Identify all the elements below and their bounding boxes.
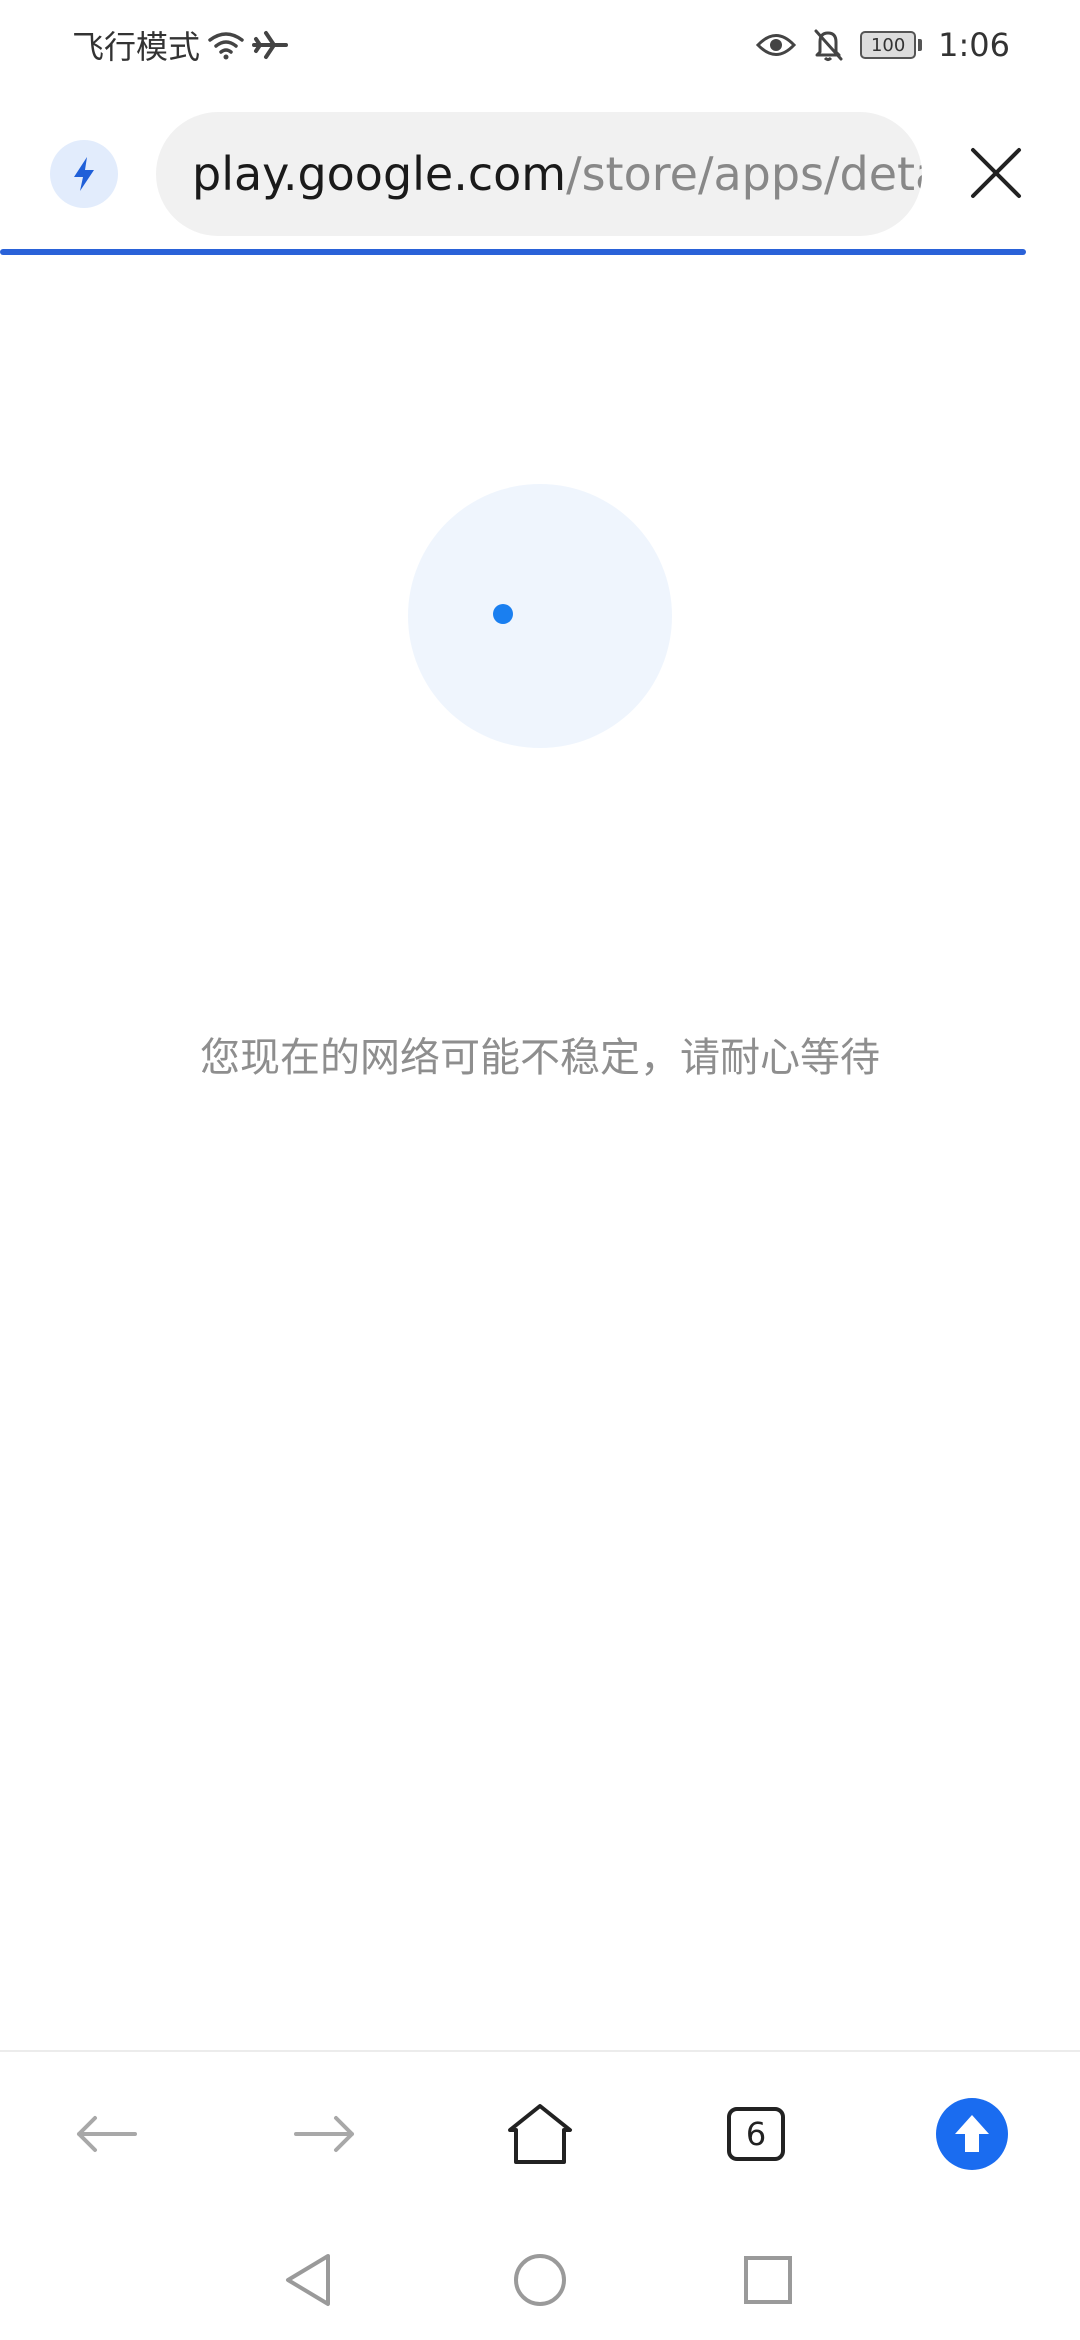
battery-tip — [918, 39, 923, 51]
browser-toolbar: 6 — [0, 2052, 1080, 2217]
loading-dot — [493, 604, 513, 624]
address-bar: play.google.com/store/apps/deta — [0, 105, 1080, 245]
upgrade-icon[interactable] — [922, 2084, 1022, 2184]
forward-icon[interactable] — [274, 2084, 374, 2184]
eye-icon — [756, 32, 797, 58]
back-icon[interactable] — [57, 2084, 157, 2184]
home-icon[interactable] — [490, 2084, 590, 2184]
lightning-bolt-icon[interactable] — [50, 140, 118, 208]
battery-level: 100 — [860, 31, 917, 59]
airplane-mode-label: 飞行模式 — [72, 28, 201, 66]
network-unstable-message: 您现在的网络可能不稳定，请耐心等待 — [200, 1035, 880, 1081]
bell-off-icon — [812, 28, 844, 62]
tabs-icon[interactable]: 6 — [706, 2084, 806, 2184]
close-icon[interactable] — [962, 139, 1030, 207]
nav-back-icon[interactable] — [276, 2248, 340, 2312]
page-load-progress — [0, 249, 1026, 255]
status-right: 100 1:06 — [756, 20, 1010, 70]
url-field[interactable]: play.google.com/store/apps/deta — [156, 112, 922, 236]
clock: 1:06 — [938, 26, 1010, 64]
nav-recents-icon[interactable] — [736, 2248, 800, 2312]
battery-icon: 100 — [860, 31, 923, 59]
upgrade-button[interactable] — [936, 2098, 1008, 2170]
status-left: 飞行模式 — [72, 20, 289, 70]
url-host: play.google.com — [192, 147, 567, 201]
loading-indicator — [408, 484, 672, 748]
url-path: /store/apps/deta — [566, 147, 922, 201]
system-nav-bar — [0, 2220, 1080, 2340]
wifi-icon — [208, 30, 244, 60]
airplane-icon — [252, 29, 289, 61]
tab-count: 6 — [727, 2107, 785, 2161]
status-bar: 飞行模式 100 1:06 — [0, 0, 1080, 92]
nav-home-icon[interactable] — [508, 2248, 572, 2312]
